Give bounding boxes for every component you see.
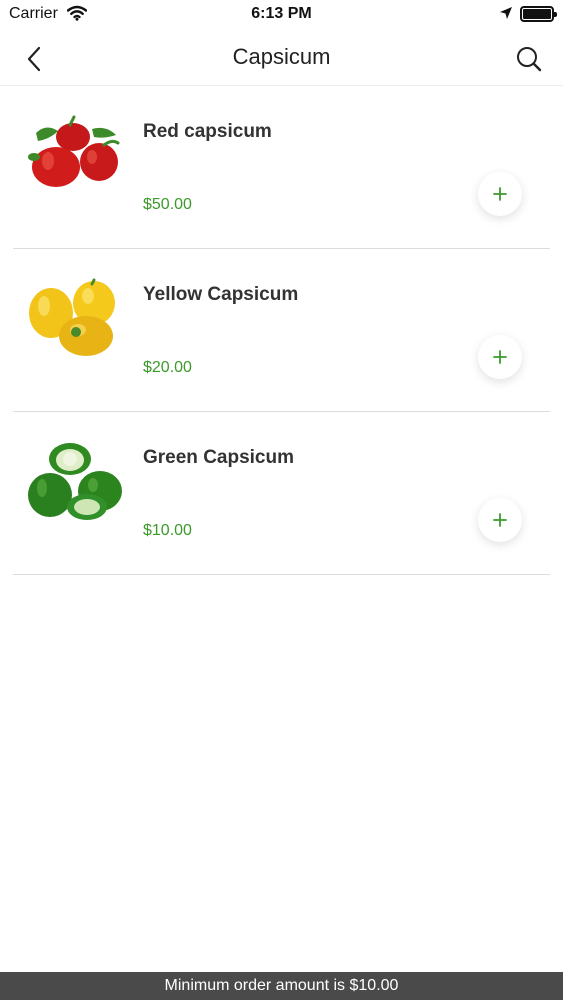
plus-icon (493, 350, 507, 364)
status-time: 6:13 PM (251, 5, 312, 22)
product-price: $10.00 (143, 522, 192, 539)
status-bar: Carrier 6:13 PM (0, 0, 563, 30)
product-list: Red capsicum $50.00 Yellow Capsicum $20.… (13, 86, 550, 575)
yellow-capsicum-image (26, 278, 124, 358)
product-price: $20.00 (143, 359, 192, 376)
product-price: $50.00 (143, 196, 192, 213)
minimum-order-banner: Minimum order amount is $10.00 (0, 972, 563, 1000)
product-row[interactable]: Green Capsicum $10.00 (13, 412, 550, 575)
product-name: Green Capsicum (143, 447, 294, 468)
navigation-bar: Capsicum (0, 30, 563, 86)
add-to-cart-button[interactable] (478, 335, 522, 379)
product-row[interactable]: Yellow Capsicum $20.00 (13, 249, 550, 412)
plus-icon (493, 513, 507, 527)
battery-icon (520, 6, 557, 22)
plus-icon (493, 187, 507, 201)
red-capsicum-image (26, 115, 124, 195)
product-row[interactable]: Red capsicum $50.00 (13, 86, 550, 249)
search-button[interactable] (510, 41, 548, 77)
add-to-cart-button[interactable] (478, 498, 522, 542)
add-to-cart-button[interactable] (478, 172, 522, 216)
search-icon (517, 47, 542, 72)
page-title: Capsicum (232, 44, 331, 69)
product-name: Yellow Capsicum (143, 284, 299, 305)
product-name: Red capsicum (143, 121, 272, 142)
location-arrow-icon (499, 6, 513, 25)
green-capsicum-image (26, 441, 124, 521)
